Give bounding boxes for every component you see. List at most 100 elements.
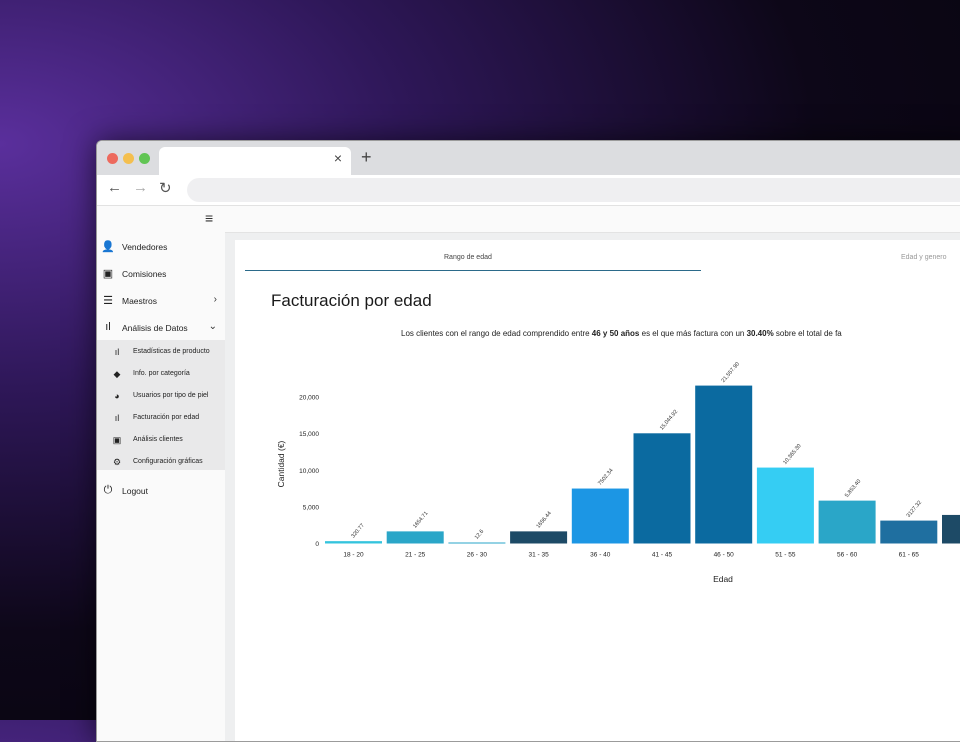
close-tab-icon[interactable]: × bbox=[334, 150, 342, 166]
x-tick-label: 51 - 55 bbox=[775, 552, 796, 559]
browser-tab[interactable]: × bbox=[159, 147, 351, 175]
x-tick-label: 46 - 50 bbox=[714, 552, 735, 559]
reload-icon[interactable]: ↻ bbox=[159, 179, 172, 197]
submenu-item-estadisticas[interactable]: ıl Estadísticas de producto bbox=[97, 343, 225, 363]
submenu-item-categoria[interactable]: ◆ Info. por categoría bbox=[97, 365, 225, 385]
pie-chart-icon: ◕ bbox=[114, 391, 120, 401]
bar bbox=[386, 531, 444, 544]
forward-arrow-icon[interactable]: → bbox=[133, 179, 148, 196]
sidebar-submenu: ıl Estadísticas de producto ◆ Info. por … bbox=[97, 340, 225, 470]
y-tick-label: 5,000 bbox=[303, 504, 320, 511]
sidebar-item-vendedores[interactable]: 👤 Vendedores bbox=[97, 236, 225, 260]
submenu-item-tipo-piel[interactable]: ◕ Usuarios por tipo de piel bbox=[97, 387, 225, 407]
bar bbox=[756, 467, 814, 544]
y-tick-label: 15,000 bbox=[299, 431, 319, 438]
close-window-button[interactable] bbox=[107, 153, 118, 164]
page-title: Facturación por edad bbox=[271, 291, 432, 310]
minimize-window-button[interactable] bbox=[123, 153, 134, 164]
bar-value-label: 15,044.92 bbox=[659, 409, 679, 432]
active-tab-indicator bbox=[245, 270, 701, 271]
y-tick-label: 0 bbox=[315, 541, 319, 548]
submenu-item-facturacion[interactable]: ıl Facturación por edad bbox=[97, 409, 225, 429]
gear-icon: ⚙ bbox=[112, 457, 122, 467]
sidebar-item-label: Vendedores bbox=[122, 242, 168, 252]
url-bar[interactable] bbox=[187, 178, 960, 202]
summary-prefix: Los clientes con el rango de edad compre… bbox=[401, 329, 592, 338]
person-icon: 👤 bbox=[101, 241, 115, 253]
x-tick-label: 36 - 40 bbox=[590, 552, 611, 559]
submenu-item-configuracion[interactable]: ⚙ Configuración gráficas bbox=[97, 453, 225, 473]
app-topbar: ≡ bbox=[97, 206, 960, 233]
chevron-down-icon: ⌄ bbox=[208, 321, 217, 332]
back-arrow-icon[interactable]: ← bbox=[107, 179, 122, 196]
tab-rango-edad[interactable]: Rango de edad bbox=[444, 254, 492, 261]
sidebar-item-label: Maestros bbox=[122, 296, 157, 306]
x-axis-label: Edad bbox=[713, 574, 733, 584]
x-tick-label: 61 - 65 bbox=[899, 552, 920, 559]
summary-text: Los clientes con el rango de edad compre… bbox=[401, 329, 842, 338]
x-tick-label: 31 - 35 bbox=[528, 552, 549, 559]
bar-value-label: 12.6 bbox=[474, 529, 485, 541]
shapes-icon: ◆ bbox=[113, 369, 121, 379]
list-icon: ☰ bbox=[103, 295, 113, 307]
submenu-item-clientes[interactable]: ▣ Análisis clientes bbox=[97, 431, 225, 451]
sidebar-item-logout[interactable]: ⏻ Logout bbox=[97, 480, 225, 504]
bar-value-label: 1654.71 bbox=[412, 511, 429, 530]
submenu-item-label: Usuarios por tipo de piel bbox=[133, 392, 209, 399]
bar bbox=[448, 542, 506, 544]
bar bbox=[880, 520, 938, 544]
bar bbox=[510, 531, 568, 544]
submenu-item-label: Estadísticas de producto bbox=[133, 348, 210, 355]
browser-toolbar: ← → ↻ bbox=[97, 175, 960, 206]
bar-chart-icon: ıl bbox=[105, 321, 111, 333]
sidebar-item-maestros[interactable]: ☰ Maestros › bbox=[97, 290, 225, 314]
app-container: ≡ 👤 Vendedores ▣ Comisiones ☰ Maestros ›… bbox=[97, 206, 960, 741]
bar-value-label: 7502.34 bbox=[597, 468, 614, 487]
bar-value-label: 10,365.30 bbox=[782, 443, 802, 466]
submenu-item-label: Configuración gráficas bbox=[133, 458, 203, 465]
badge-icon: ▣ bbox=[112, 435, 122, 445]
bar bbox=[633, 433, 691, 544]
bar bbox=[818, 500, 876, 544]
menu-icon[interactable]: ≡ bbox=[205, 210, 213, 226]
bar-value-label: 5,853.40 bbox=[844, 479, 862, 499]
sidebar: 👤 Vendedores ▣ Comisiones ☰ Maestros › ı… bbox=[97, 232, 225, 741]
maximize-window-button[interactable] bbox=[139, 153, 150, 164]
x-tick-label: 56 - 60 bbox=[837, 552, 858, 559]
money-icon: ▣ bbox=[102, 268, 114, 280]
browser-tabstrip: × + bbox=[97, 141, 960, 175]
sidebar-item-comisiones[interactable]: ▣ Comisiones bbox=[97, 263, 225, 287]
browser-window: × + ← → ↻ ≡ 👤 Vendedores ▣ Comisiones ☰ … bbox=[96, 140, 960, 742]
x-tick-label: 21 - 25 bbox=[405, 552, 426, 559]
sidebar-item-analisis[interactable]: ıl Análisis de Datos ⌄ bbox=[97, 317, 225, 341]
bar-chart: 0 5,000 10,000 15,000 20,000 Cantidad (€) 18 -… bbox=[276, 361, 960, 584]
x-tick-label: 18 - 20 bbox=[343, 552, 364, 559]
bar-value-label: 21,557.90 bbox=[721, 361, 741, 384]
sidebar-item-label: Comisiones bbox=[122, 269, 167, 279]
summary-suffix: sobre el total de fa bbox=[773, 329, 842, 338]
y-tick-label: 20,000 bbox=[299, 395, 319, 402]
x-tick-label: 41 - 45 bbox=[652, 552, 673, 559]
bar-value-label: 1656.44 bbox=[536, 511, 553, 530]
submenu-item-label: Análisis clientes bbox=[133, 436, 183, 443]
y-axis-label: Cantidad (€) bbox=[276, 440, 286, 487]
sidebar-item-label: Logout bbox=[122, 486, 148, 496]
summary-middle: es el que más factura con un bbox=[639, 329, 747, 338]
chevron-right-icon: › bbox=[213, 294, 217, 305]
submenu-item-label: Info. por categoría bbox=[133, 370, 190, 377]
bar bbox=[695, 385, 753, 544]
bar-chart-icon: ıl bbox=[114, 347, 120, 357]
tab-edad-genero[interactable]: Edad y genero bbox=[901, 254, 947, 261]
power-icon: ⏻ bbox=[103, 484, 113, 496]
bar bbox=[571, 488, 629, 544]
bar bbox=[325, 541, 382, 544]
summary-percent: 30.40% bbox=[746, 329, 774, 338]
bar-chart-icon: ıl bbox=[114, 413, 120, 423]
bar bbox=[942, 514, 960, 544]
x-tick-label: 26 - 30 bbox=[467, 552, 488, 559]
bar-value-label: 3127.32 bbox=[906, 500, 923, 519]
new-tab-icon[interactable]: + bbox=[361, 147, 372, 168]
y-tick-label: 10,000 bbox=[299, 468, 319, 475]
sidebar-item-label: Análisis de Datos bbox=[122, 323, 188, 333]
bar-value-label: 320.77 bbox=[350, 523, 365, 540]
